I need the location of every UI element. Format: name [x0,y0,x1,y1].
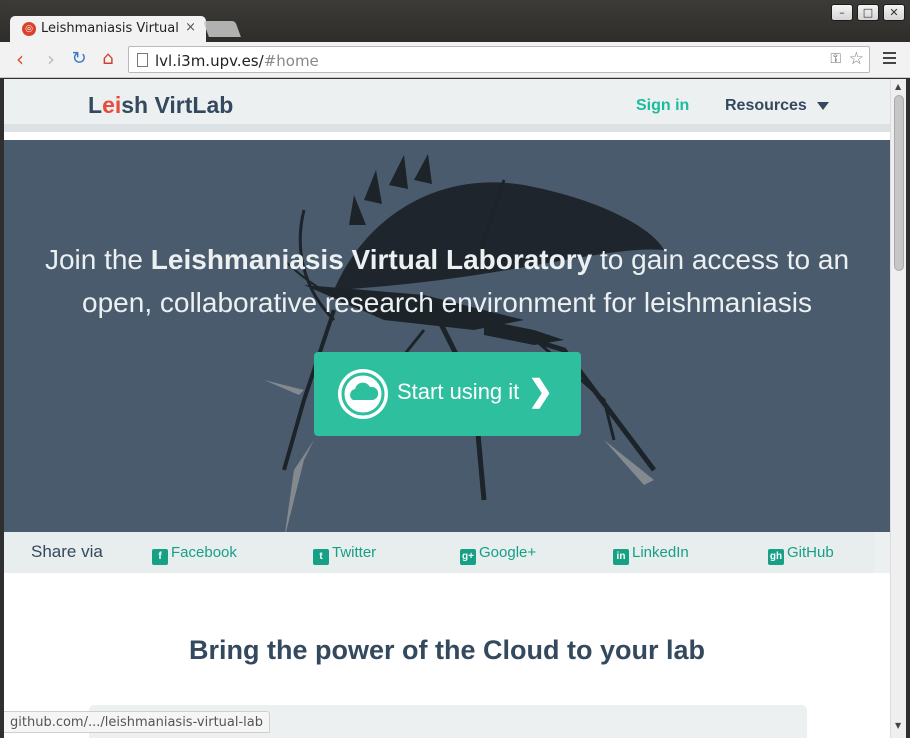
home-icon[interactable]: ⌂ [97,48,119,70]
status-bar: github.com/.../leishmaniasis-virtual-lab [4,711,271,733]
address-bar[interactable]: lvl.i3m.upv.es/#home ⚿ ☆ [128,46,870,73]
share-bar: Share via f Facebook t Twitter g+ Google+ i… [4,532,890,573]
back-arrow-icon[interactable]: ‹ [9,48,31,70]
bookmark-star-icon[interactable]: ☆ [849,49,864,69]
share-github-link[interactable]: gh GitHub [768,544,834,565]
start-using-button[interactable]: Start using it ❯ [314,352,581,436]
mosquito-illustration [264,154,664,532]
url-host: lvl.i3m.upv.es/ [155,52,264,70]
twitter-icon: t [313,549,329,565]
facebook-label: Facebook [171,544,237,561]
hero-text-bold: Leishmaniasis Virtual Laboratory [150,244,593,275]
googleplus-label: Google+ [479,544,537,561]
site-logo[interactable]: Leish VirtLab [88,92,233,119]
site-favicon-icon: ◎ [22,22,36,36]
tab-strip: ◎ Leishmaniasis Virtual × – □ ✕ [0,0,910,42]
section-title: Bring the power of the Cloud to your lab [189,635,705,665]
scroll-up-icon[interactable]: ▲ [895,82,901,91]
hero-section: Join the Leishmaniasis Virtual Laborator… [4,140,890,532]
logo-ei: ei [102,92,122,118]
share-via-label: Share via [31,542,103,561]
resources-dropdown[interactable]: Resources [725,97,829,115]
hero-text-pre: Join the [44,244,151,275]
browser-window: ◎ Leishmaniasis Virtual × – □ ✕ ‹ › ↻ ⌂ … [0,0,910,738]
share-bar-bg [4,532,874,573]
github-icon: gh [768,549,784,565]
chevron-right-icon: ❯ [528,375,554,408]
url-path: #home [263,52,319,70]
browser-tab[interactable]: ◎ Leishmaniasis Virtual × [10,16,206,42]
resources-label: Resources [725,97,807,114]
caret-down-icon [816,101,829,110]
browser-menu-icon[interactable] [883,52,896,67]
share-linkedin-link[interactable]: in LinkedIn [613,544,689,565]
linkedin-label: LinkedIn [632,544,689,561]
hero-headline: Join the Leishmaniasis Virtual Laborator… [24,238,870,324]
page-scrollbar[interactable]: ▲ ▼ [890,79,906,738]
site-navbar: Leish VirtLab Sign in Resources [4,79,890,132]
twitter-label: Twitter [332,544,377,561]
share-googleplus-link[interactable]: g+ Google+ [460,544,536,565]
close-window-button[interactable]: ✕ [883,4,905,21]
start-using-label: Start using it [397,379,520,404]
linkedin-icon: in [613,549,629,565]
tab-title: Leishmaniasis Virtual [41,21,179,36]
maximize-button[interactable]: □ [857,4,879,21]
cloud-icon [338,369,388,419]
reload-icon[interactable]: ↻ [68,48,90,70]
logo-l: L [88,92,103,118]
page-icon [137,53,148,67]
facebook-icon: f [152,549,168,565]
url-text: lvl.i3m.upv.es/#home [155,52,319,70]
minimize-button[interactable]: – [831,4,853,21]
new-tab-button[interactable] [203,21,241,37]
sign-in-link[interactable]: Sign in [636,97,689,115]
logo-rest: sh VirtLab [121,92,234,118]
googleplus-icon: g+ [460,549,476,565]
key-icon[interactable]: ⚿ [830,51,841,67]
scroll-down-icon[interactable]: ▼ [895,721,901,730]
tab-close-icon[interactable]: × [185,20,196,35]
share-twitter-link[interactable]: t Twitter [313,544,376,565]
browser-toolbar: ‹ › ↻ ⌂ lvl.i3m.upv.es/#home ⚿ ☆ [0,42,910,78]
forward-arrow-icon[interactable]: › [40,48,62,70]
github-label: GitHub [787,544,834,561]
share-facebook-link[interactable]: f Facebook [152,544,237,565]
page-viewport: Leish VirtLab Sign in Resources Join the… [4,79,890,738]
scroll-thumb[interactable] [894,95,904,271]
